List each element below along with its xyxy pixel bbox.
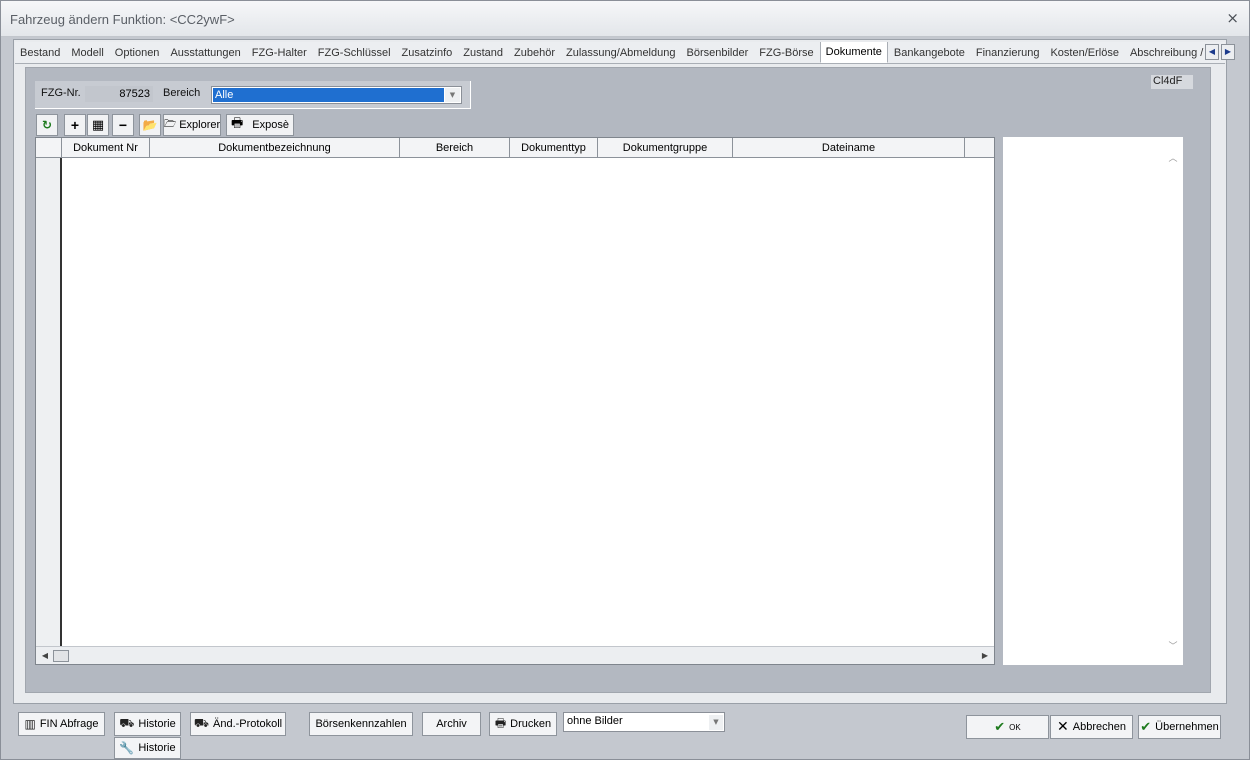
tab-dokumente[interactable]: Dokumente (819, 42, 888, 63)
uebernehmen-label: Übernehmen (1155, 721, 1219, 733)
printer-icon: 🖶 (494, 715, 507, 730)
tab-fzg-halter[interactable]: FZG-Halter (247, 43, 312, 63)
scrollbar-thumb[interactable] (53, 650, 69, 662)
historie-service-label: Historie (138, 742, 176, 754)
tab-kosten-erloese[interactable]: Kosten/Erlöse (1045, 43, 1123, 63)
boersenkennzahlen-button[interactable]: Börsenkennzahlen (309, 712, 413, 736)
scroll-up-icon[interactable]: ︿ (1167, 151, 1179, 164)
grid-header: Dokument Nr Dokumentbezeichnung Bereich … (36, 138, 994, 158)
building-icon: ▥ (24, 717, 36, 731)
folder-open-icon: 📂 (142, 118, 158, 132)
tab-ausstattungen[interactable]: Ausstattungen (165, 43, 245, 63)
historie-service-button[interactable]: 🔧 Historie (114, 737, 181, 759)
minus-icon: − (118, 117, 128, 133)
tab-zubehoer[interactable]: Zubehör (509, 43, 560, 63)
scan-document-button[interactable]: ▦ (87, 114, 109, 136)
printer-icon: 🖶 (231, 116, 244, 131)
boersenkennzahlen-label: Börsenkennzahlen (315, 718, 407, 730)
fin-abfrage-label: FIN Abfrage (39, 718, 99, 730)
plus-icon: + (70, 117, 80, 133)
explorer-label: Explorer (179, 119, 221, 131)
bilder-select[interactable]: ohne Bilder ▼ (563, 712, 725, 732)
bilder-selected-value: ohne Bilder (567, 715, 623, 727)
fzg-nr-label: FZG-Nr. (41, 87, 81, 99)
column-dokumentbezeichnung[interactable]: Dokumentbezeichnung (150, 138, 400, 158)
refresh-icon: ↻ (41, 118, 53, 132)
abbrechen-label: Abbrechen (1072, 721, 1126, 733)
tab-bankangebote[interactable]: Bankangebote (889, 43, 970, 63)
fzg-nr-value: 87523 (85, 86, 153, 102)
remove-document-button[interactable]: − (112, 114, 134, 136)
aend-protokoll-button[interactable]: ⛟ Änd.-Protokoll (190, 712, 286, 736)
chevron-down-icon[interactable]: ▼ (709, 715, 723, 730)
column-dateiname[interactable]: Dateiname (733, 138, 965, 158)
car-icon: ⛟ (119, 716, 135, 730)
car-log-icon: ⛟ (193, 716, 209, 730)
column-dokumenttyp[interactable]: Dokumenttyp (510, 138, 598, 158)
tab-zulassung[interactable]: Zulassung/Abmeldung (561, 43, 680, 63)
tab-strip: Bestand Modell Optionen Ausstattungen FZ… (15, 42, 1225, 64)
row-indicator-column (36, 158, 62, 646)
archiv-label: Archiv (436, 718, 467, 730)
explorer-button[interactable]: 🗁 Explorer (163, 114, 221, 136)
documents-grid[interactable]: Dokument Nr Dokumentbezeichnung Bereich … (35, 137, 995, 665)
bereich-select[interactable]: Alle ▼ (211, 86, 462, 104)
archiv-button[interactable]: Archiv (422, 712, 481, 736)
tab-optionen[interactable]: Optionen (110, 43, 165, 63)
tab-finanzierung[interactable]: Finanzierung (971, 43, 1045, 63)
tab-modell[interactable]: Modell (66, 43, 108, 63)
bereich-selected-value: Alle (213, 88, 444, 102)
bereich-label: Bereich (163, 87, 201, 99)
drucken-button[interactable]: 🖶 Drucken (489, 712, 557, 736)
expose-button[interactable]: 🖶 Exposè (226, 114, 294, 136)
tab-fzg-schluessel[interactable]: FZG-Schlüssel (313, 43, 396, 63)
column-bereich[interactable]: Bereich (400, 138, 510, 158)
historie-button[interactable]: ⛟ Historie (114, 712, 181, 736)
document-preview: ︿ ﹀ (1003, 137, 1183, 665)
wrench-icon: 🔧 (119, 741, 135, 755)
open-folder-button[interactable]: 📂 (139, 114, 161, 136)
tab-next-icon[interactable]: ▶ (1221, 44, 1235, 60)
tab-scroll-arrows: ◀ ▶ (1205, 44, 1235, 60)
window-title: Fahrzeug ändern Funktion: <CC2ywF> (10, 12, 235, 27)
apply-check-icon: ✔ (1140, 719, 1152, 735)
tab-boersenbilder[interactable]: Börsenbilder (681, 43, 753, 63)
tab-bestand[interactable]: Bestand (15, 43, 65, 63)
drucken-label: Drucken (510, 718, 552, 730)
scanner-icon: ▦ (91, 117, 105, 133)
add-document-button[interactable]: + (64, 114, 86, 136)
cancel-x-icon: ✕ (1057, 719, 1069, 735)
folder-icon: 🗁 (163, 118, 177, 130)
historie-label: Historie (138, 718, 176, 730)
tab-zusatzinfo[interactable]: Zusatzinfo (397, 43, 458, 63)
aend-protokoll-label: Änd.-Protokoll (213, 718, 283, 730)
abbrechen-button[interactable]: ✕ Abbrechen (1050, 715, 1133, 739)
ok-button[interactable]: ✔ OK (966, 715, 1049, 739)
ok-label: OK (1009, 722, 1021, 732)
uebernehmen-button[interactable]: ✔ Übernehmen (1138, 715, 1221, 739)
column-dokument-nr[interactable]: Dokument Nr (62, 138, 150, 158)
refresh-button[interactable]: ↻ (36, 114, 58, 136)
tab-fzg-boerse[interactable]: FZG-Börse (754, 43, 818, 63)
scroll-down-icon[interactable]: ﹀ (1167, 639, 1179, 652)
scroll-right-icon[interactable]: ▶ (979, 650, 991, 662)
horizontal-scrollbar[interactable]: ◀ ▶ (36, 646, 994, 664)
form-code-label: Cl4dF (1151, 75, 1193, 89)
tab-zustand[interactable]: Zustand (458, 43, 508, 63)
fin-abfrage-button[interactable]: ▥ FIN Abfrage (18, 712, 105, 736)
expose-label: Exposè (252, 119, 289, 131)
ok-check-icon: ✔ (994, 719, 1006, 735)
column-dokumentgruppe[interactable]: Dokumentgruppe (598, 138, 733, 158)
close-icon[interactable]: × (1226, 9, 1239, 27)
title-bar: Fahrzeug ändern Funktion: <CC2ywF> × (1, 1, 1249, 37)
main-window: Fahrzeug ändern Funktion: <CC2ywF> × Bes… (0, 0, 1250, 760)
scroll-left-icon[interactable]: ◀ (39, 650, 51, 662)
grid-header-indicator (36, 138, 62, 158)
tab-prev-icon[interactable]: ◀ (1205, 44, 1219, 60)
chevron-down-icon[interactable]: ▼ (445, 88, 460, 102)
